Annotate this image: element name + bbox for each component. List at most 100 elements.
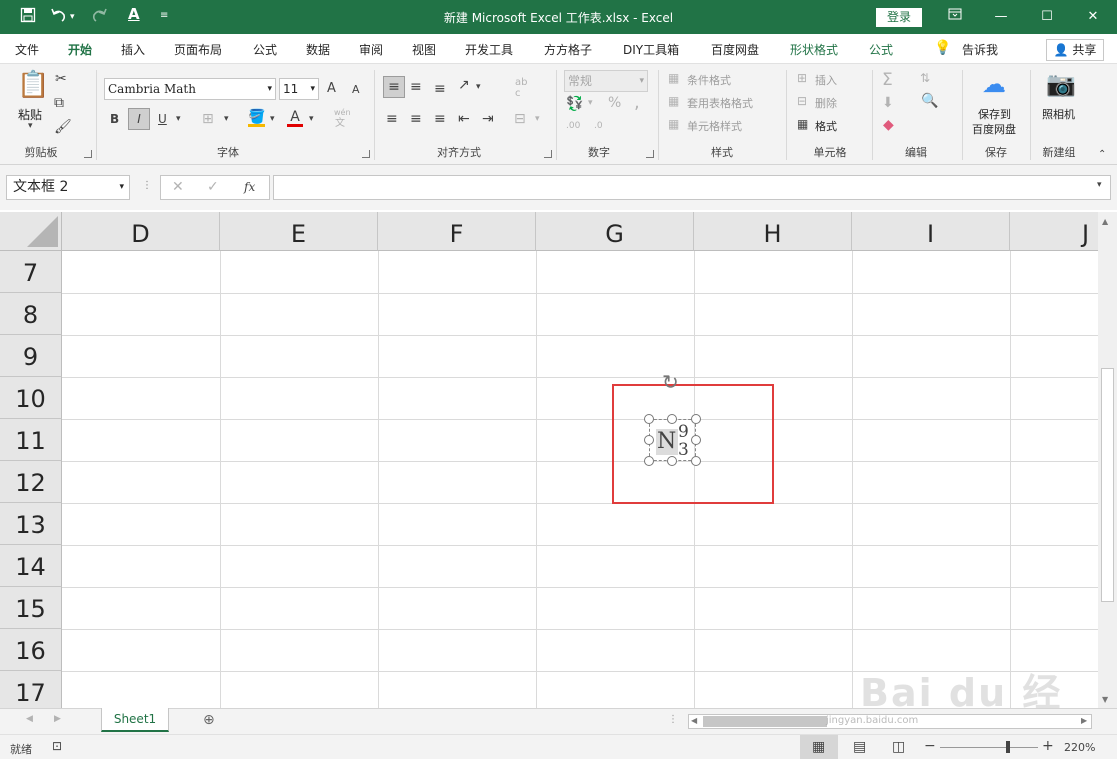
- vertical-scrollbar[interactable]: ▲ ▼: [1098, 212, 1117, 708]
- enter-icon[interactable]: ✓: [207, 180, 219, 194]
- align-top-icon[interactable]: ≡: [383, 76, 405, 98]
- scroll-up-icon[interactable]: ▲: [1102, 218, 1108, 226]
- chevron-down-icon[interactable]: ▾: [1097, 181, 1102, 190]
- merge-center-icon[interactable]: ⊟: [514, 112, 526, 126]
- resize-handle[interactable]: [667, 456, 677, 466]
- resize-handle[interactable]: [691, 456, 701, 466]
- chevron-down-icon[interactable]: ▾: [535, 115, 540, 124]
- chevron-down-icon[interactable]: ▾: [588, 99, 593, 108]
- grow-font-icon[interactable]: A: [327, 82, 336, 95]
- baidu-pan-icon[interactable]: ☁: [982, 72, 1006, 96]
- delete-cells-button[interactable]: 删除: [815, 95, 837, 111]
- align-bottom-icon[interactable]: ≡: [434, 82, 446, 96]
- format-as-table-button[interactable]: 套用表格格式: [687, 95, 753, 111]
- chevron-down-icon[interactable]: ▾: [309, 115, 314, 124]
- sort-filter-icon[interactable]: ⇅: [920, 72, 930, 84]
- conditional-format-button[interactable]: 条件格式: [687, 72, 731, 88]
- macro-record-icon[interactable]: ⊡: [52, 740, 62, 752]
- minimize-icon[interactable]: —: [990, 8, 1012, 26]
- italic-button[interactable]: I: [128, 108, 150, 130]
- copy-icon[interactable]: ⧉: [54, 96, 64, 110]
- insert-cells-icon[interactable]: ⊞: [797, 72, 807, 84]
- page-break-view-icon[interactable]: ◫: [892, 740, 905, 754]
- resize-handle[interactable]: [691, 414, 701, 424]
- row-header-7[interactable]: 7: [0, 251, 62, 293]
- chevron-down-icon[interactable]: ▾: [270, 115, 275, 124]
- chevron-down-icon[interactable]: ▾: [176, 115, 181, 124]
- row-header-8[interactable]: 8: [0, 293, 62, 335]
- tab-baidu-pan[interactable]: 百度网盘: [711, 41, 759, 58]
- share-button[interactable]: 👤 共享: [1046, 39, 1104, 61]
- camera-icon[interactable]: 📷: [1046, 72, 1076, 96]
- font-name-select[interactable]: Cambria Math ▾: [104, 78, 276, 100]
- currency-icon[interactable]: 💱: [566, 97, 583, 111]
- column-header-h[interactable]: H: [694, 212, 852, 251]
- ribbon-display-icon[interactable]: [944, 8, 966, 26]
- zoom-level[interactable]: 220%: [1064, 741, 1095, 754]
- border-icon[interactable]: ⊞: [202, 112, 214, 126]
- chevron-down-icon[interactable]: ▾: [28, 122, 33, 131]
- tab-formulas[interactable]: 公式: [253, 41, 277, 58]
- zoom-out-icon[interactable]: −: [924, 739, 936, 753]
- row-header-9[interactable]: 9: [0, 335, 62, 377]
- normal-view-icon[interactable]: ▦: [812, 740, 825, 754]
- font-color-icon[interactable]: A: [287, 110, 303, 127]
- cell-styles-icon[interactable]: ▦: [668, 118, 679, 130]
- increase-decimal-icon[interactable]: .00: [566, 122, 580, 131]
- tab-insert[interactable]: 插入: [121, 41, 145, 58]
- scroll-down-icon[interactable]: ▼: [1102, 696, 1108, 704]
- tab-review[interactable]: 审阅: [359, 41, 383, 58]
- save-baidu-label-2[interactable]: 百度网盘: [972, 121, 1016, 137]
- percent-icon[interactable]: %: [608, 96, 621, 110]
- zoom-slider-thumb[interactable]: [1006, 741, 1010, 753]
- decrease-indent-icon[interactable]: ⇤: [458, 112, 470, 126]
- increase-indent-icon[interactable]: ⇥: [482, 112, 494, 126]
- insert-cells-button[interactable]: 插入: [815, 72, 837, 88]
- zoom-in-icon[interactable]: +: [1042, 739, 1054, 753]
- column-header-j[interactable]: J: [1010, 212, 1098, 251]
- align-left-icon[interactable]: ≡: [386, 112, 398, 126]
- resize-handle[interactable]: [644, 435, 654, 445]
- cell-styles-button[interactable]: 单元格样式: [687, 118, 742, 134]
- shrink-font-icon[interactable]: A: [352, 84, 360, 95]
- fill-icon[interactable]: ⬇: [882, 96, 894, 110]
- tab-developer[interactable]: 开发工具: [465, 41, 513, 58]
- row-header-12[interactable]: 12: [0, 461, 62, 503]
- format-painter-icon[interactable]: 🖌: [54, 120, 72, 134]
- column-header-f[interactable]: F: [378, 212, 536, 251]
- fill-color-icon[interactable]: 🪣: [248, 110, 266, 127]
- autosum-icon[interactable]: Σ: [882, 72, 893, 89]
- camera-button[interactable]: 照相机: [1042, 106, 1075, 122]
- chevron-down-icon[interactable]: ▾: [476, 83, 481, 92]
- sheet-tab-sheet1[interactable]: Sheet1: [101, 708, 169, 732]
- cut-icon[interactable]: ✂: [55, 72, 67, 86]
- paste-icon[interactable]: 📋: [17, 72, 49, 98]
- find-select-icon[interactable]: 🔍: [921, 94, 938, 108]
- close-icon[interactable]: ✕: [1082, 8, 1104, 26]
- select-all-button[interactable]: [0, 212, 62, 251]
- row-header-13[interactable]: 13: [0, 503, 62, 545]
- next-sheet-icon[interactable]: ▶: [54, 715, 61, 724]
- launcher-icon[interactable]: [544, 150, 552, 158]
- maximize-icon[interactable]: ☐: [1036, 8, 1058, 26]
- bold-button[interactable]: B: [110, 113, 119, 125]
- zoom-slider[interactable]: [940, 747, 1038, 748]
- comma-icon[interactable]: ,: [634, 94, 640, 112]
- row-header-17[interactable]: 17: [0, 671, 62, 708]
- resize-handle[interactable]: [667, 414, 677, 424]
- tab-file[interactable]: 文件: [15, 41, 39, 58]
- align-right-icon[interactable]: ≡: [434, 112, 446, 126]
- column-header-e[interactable]: E: [220, 212, 378, 251]
- add-sheet-icon[interactable]: ⊕: [203, 713, 215, 727]
- formula-input[interactable]: [273, 175, 1111, 200]
- login-button[interactable]: 登录: [876, 8, 922, 27]
- row-header-16[interactable]: 16: [0, 629, 62, 671]
- tab-fangfang[interactable]: 方方格子: [544, 41, 592, 58]
- row-header-10[interactable]: 10: [0, 377, 62, 419]
- column-header-i[interactable]: I: [852, 212, 1010, 251]
- wrap-text-icon[interactable]: ab: [515, 78, 527, 88]
- tell-me-search[interactable]: 告诉我: [962, 41, 998, 58]
- tab-diy[interactable]: DIY工具箱: [623, 41, 679, 58]
- align-middle-icon[interactable]: ≡: [410, 80, 422, 94]
- collapse-ribbon-icon[interactable]: ⌃: [1098, 150, 1106, 160]
